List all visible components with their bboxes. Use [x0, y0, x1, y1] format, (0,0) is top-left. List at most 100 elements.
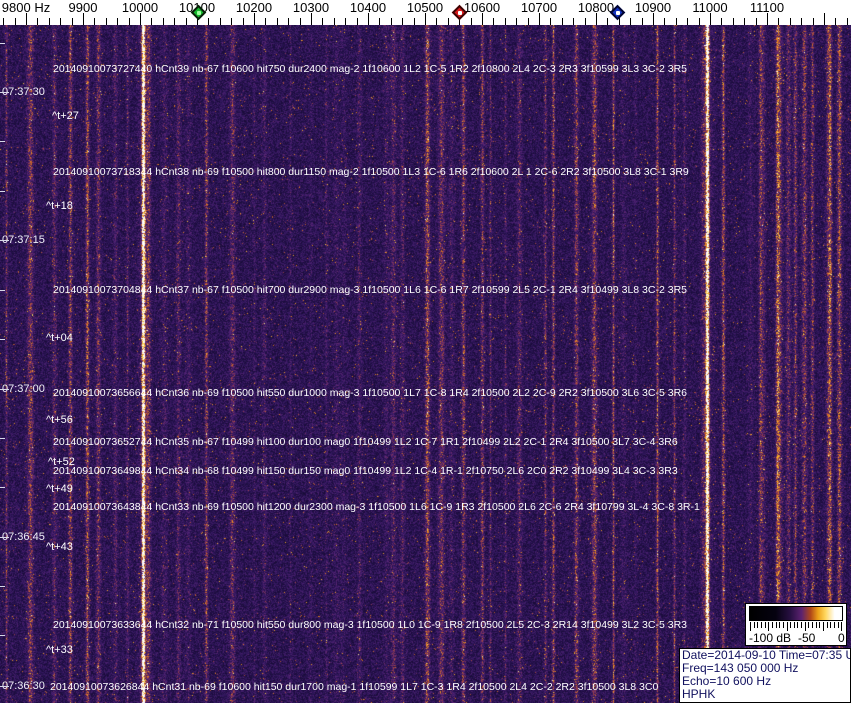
time-axis-major-tick	[0, 240, 9, 241]
ruler-minor-tick	[277, 18, 278, 25]
ruler-minor-tick	[471, 18, 472, 25]
db-scale-tick	[808, 622, 810, 628]
detection-log-line: 20140910073643844 hCnt33 nb-69 f10500 hi…	[53, 501, 700, 513]
db-color-scale: -100 dB -50 0	[745, 603, 847, 646]
time-axis-major-tick	[0, 537, 9, 538]
ruler-minor-tick	[550, 18, 551, 25]
elapsed-time-marker: ^t+43	[46, 541, 73, 553]
time-axis-minor-tick	[0, 141, 5, 142]
ruler-minor-tick	[436, 18, 437, 25]
ruler-minor-tick	[117, 18, 118, 25]
ruler-minor-tick	[220, 18, 221, 25]
ruler-minor-tick	[15, 18, 16, 25]
db-scale-tick	[771, 622, 773, 628]
ruler-minor-tick	[676, 18, 677, 25]
ruler-frequency-label: 10500	[406, 0, 444, 15]
ruler-minor-tick	[528, 18, 529, 25]
ruler-minor-tick	[699, 18, 700, 25]
ruler-minor-tick	[790, 18, 791, 25]
ruler-minor-tick	[756, 18, 757, 25]
ruler-frequency-label: 11100	[749, 0, 785, 15]
ruler-minor-tick	[231, 18, 232, 25]
time-axis-minor-tick	[0, 191, 5, 192]
marker-green-diamond-center	[197, 11, 201, 15]
ruler-minor-tick	[94, 18, 95, 25]
marker-green-diamond[interactable]	[190, 4, 208, 22]
elapsed-time-marker: ^t+18	[46, 200, 73, 212]
ruler-minor-tick	[60, 18, 61, 25]
colormap-gradient-bar	[749, 606, 843, 621]
time-axis-minor-tick	[0, 586, 5, 587]
time-axis-minor-tick	[0, 43, 5, 44]
ruler-minor-tick	[516, 18, 517, 25]
time-axis-major-tick	[0, 389, 9, 390]
elapsed-time-marker: ^t+04	[46, 332, 73, 344]
ruler-minor-tick	[505, 18, 506, 25]
ruler-minor-tick	[186, 18, 187, 25]
ruler-major-tick	[824, 13, 825, 25]
db-scale-tick	[764, 622, 766, 628]
ruler-frequency-label: 9800 Hz	[1, 0, 51, 15]
db-scale-max-label: 0	[838, 631, 845, 645]
ruler-frequency-label: 10400	[349, 0, 387, 15]
time-axis-major-tick	[0, 686, 9, 687]
ruler-minor-tick	[174, 18, 175, 25]
ruler-frequency-label: 10700	[520, 0, 558, 15]
db-scale-tick	[833, 622, 835, 628]
db-scale-tick	[826, 622, 828, 628]
ruler-frequency-label: 10600	[463, 0, 501, 15]
detection-log-line: 20140910073718344 hCnt38 nb-69 f10500 hi…	[53, 166, 689, 178]
ruler-minor-tick	[585, 18, 586, 25]
ruler-minor-tick	[379, 18, 380, 25]
db-scale-tick	[797, 622, 799, 628]
marker-blue-diamond-center	[616, 11, 620, 15]
ruler-minor-tick	[391, 18, 392, 25]
ruler-minor-tick	[106, 18, 107, 25]
ruler-minor-tick	[334, 18, 335, 25]
ruler-minor-tick	[573, 18, 574, 25]
ruler-minor-tick	[448, 18, 449, 25]
time-axis-minor-tick	[0, 487, 5, 488]
db-scale-mid-label: -50	[798, 631, 816, 645]
db-scale-tick	[750, 622, 751, 631]
ruler-minor-tick	[322, 18, 323, 25]
db-scale-tick	[812, 622, 814, 628]
db-scale-tick	[801, 622, 803, 628]
spectrogram-canvas[interactable]	[0, 25, 851, 703]
db-scale-tick	[760, 622, 762, 628]
ruler-minor-tick	[687, 18, 688, 25]
elapsed-time-marker: ^t+33	[46, 644, 73, 656]
marker-red-diamond[interactable]	[451, 4, 469, 22]
db-scale-tick	[837, 622, 839, 628]
ruler-minor-tick	[288, 18, 289, 25]
ruler-minor-tick	[562, 18, 563, 25]
ruler-frequency-label: 10900	[634, 0, 672, 15]
db-scale-tick	[790, 622, 792, 628]
time-axis-minor-tick	[0, 438, 5, 439]
db-scale-tick	[768, 622, 770, 631]
ruler-minor-tick	[835, 18, 836, 25]
ruler-minor-tick	[744, 18, 745, 25]
ruler-frequency-label: 9900	[68, 0, 98, 15]
db-scale-tick	[823, 622, 824, 631]
detection-log-line: 20140910073704844 hCnt37 nb-67 f10500 hi…	[53, 284, 687, 296]
ruler-minor-tick	[493, 18, 494, 25]
frequency-ruler: 9800 Hz990010000101001020010300104001050…	[0, 0, 851, 25]
ruler-frequency-label: 10300	[292, 0, 330, 15]
ruler-minor-tick	[630, 18, 631, 25]
marker-red-diamond-center	[458, 11, 462, 15]
db-scale-tick	[775, 622, 777, 628]
db-scale-tick	[804, 622, 806, 631]
time-axis-minor-tick	[0, 290, 5, 291]
elapsed-time-marker: ^t+49	[46, 483, 73, 495]
ruler-minor-tick	[345, 18, 346, 25]
ruler-minor-tick	[801, 18, 802, 25]
ruler-minor-tick	[778, 18, 779, 25]
ruler-minor-tick	[813, 18, 814, 25]
ruler-minor-tick	[300, 18, 301, 25]
marker-blue-diamond[interactable]	[609, 4, 627, 22]
time-axis-minor-tick	[0, 635, 5, 636]
ruler-minor-tick	[607, 18, 608, 25]
db-scale-tick	[815, 622, 817, 628]
db-scale-tick	[793, 622, 795, 628]
